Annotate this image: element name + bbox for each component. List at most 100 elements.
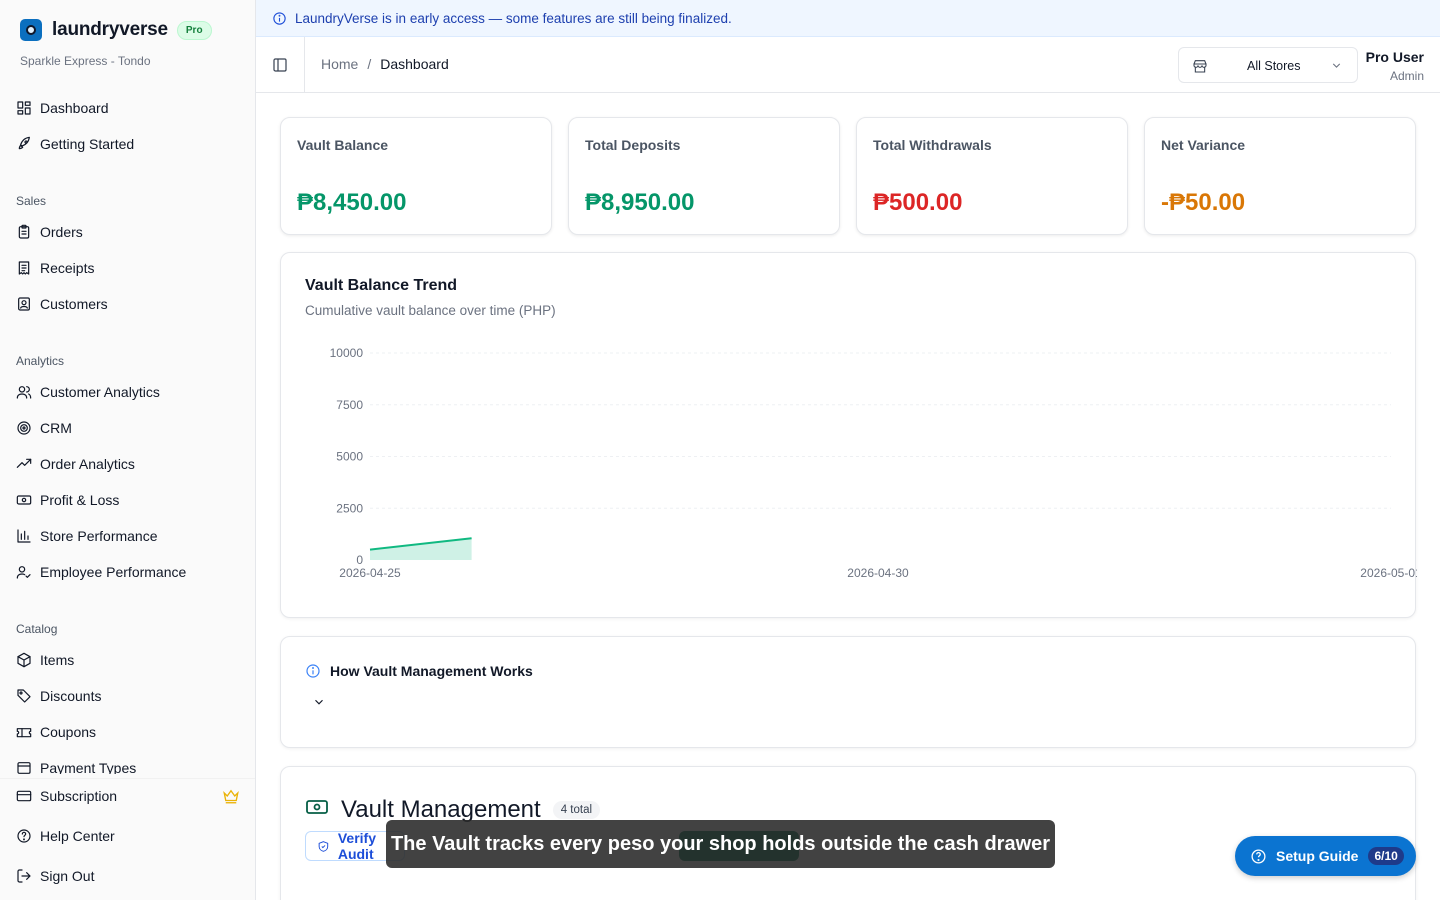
payment-icon <box>17 762 31 774</box>
sidebar-item-dashboard[interactable]: Dashboard <box>16 96 109 120</box>
laundryverse-logo-icon <box>20 19 42 41</box>
sidebar-item-discounts[interactable]: Discounts <box>16 684 101 708</box>
stat-value: ₱500.00 <box>873 189 963 216</box>
sidebar-item-label: Items <box>40 652 75 668</box>
sidebar-item-store-performance[interactable]: Store Performance <box>16 524 158 548</box>
sidebar-item-label: Customers <box>40 296 108 312</box>
sidebar-item-label: Store Performance <box>40 528 158 544</box>
sidebar-toggle-button[interactable] <box>256 37 305 92</box>
sidebar-item-label: Receipts <box>40 260 95 276</box>
sidebar-item-receipts[interactable]: Receipts <box>16 256 94 280</box>
x-tick-label: 2026-05-01 <box>1360 566 1417 580</box>
sidebar-item-subscription[interactable]: Subscription <box>16 784 117 808</box>
sidebar-item-label: Payment Types <box>40 760 137 774</box>
vault-balance-chart: 0 2500 5000 7500 10000 2026-04-25 2026-04-30 20… <box>330 346 1417 580</box>
y-tick-label: 7500 <box>336 398 363 412</box>
tour-tooltip: The Vault tracks every peso your shop ho… <box>386 820 1055 868</box>
sidebar-item-label: Sign Out <box>40 868 95 884</box>
y-tick-label: 2500 <box>336 501 363 515</box>
store-icon <box>1192 58 1208 77</box>
help-icon <box>1251 848 1266 864</box>
banknote-icon <box>16 495 32 505</box>
sidebar-item-customers[interactable]: Customers <box>16 292 108 316</box>
banknote-icon <box>305 795 329 824</box>
x-tick-label: 2026-04-30 <box>847 566 909 580</box>
sidebar-item-label: Help Center <box>40 828 115 844</box>
brand[interactable]: laundryverse Pro <box>20 19 212 41</box>
stat-title: Net Variance <box>1161 137 1246 153</box>
brand-name: laundryverse <box>52 19 168 40</box>
panel-left-icon <box>273 57 287 72</box>
bar-chart-icon <box>17 529 31 543</box>
sidebar-item-items[interactable]: Items <box>16 648 74 672</box>
y-tick-label: 0 <box>356 553 363 567</box>
x-tick-label: 2026-04-25 <box>339 566 401 580</box>
tag-icon <box>17 689 31 703</box>
store-select-value: All Stores <box>1247 59 1301 73</box>
sidebar-item-label: Dashboard <box>40 100 109 116</box>
sidebar-item-order-analytics[interactable]: Order Analytics <box>16 452 135 476</box>
stat-value: -₱50.00 <box>1161 189 1246 216</box>
help-icon <box>17 829 31 843</box>
sidebar-item-label: Employee Performance <box>40 564 187 580</box>
sidebar-item-profit-loss[interactable]: Profit & Loss <box>16 488 119 512</box>
sidebar-item-employee-performance[interactable]: Employee Performance <box>16 560 186 584</box>
how-vault-works-title: How Vault Management Works <box>330 663 533 679</box>
clipboard-icon <box>18 224 30 239</box>
crown-icon <box>222 787 240 810</box>
dashboard-icon <box>17 101 31 115</box>
rocket-icon <box>18 136 30 150</box>
sidebar-item-coupons[interactable]: Coupons <box>16 720 96 744</box>
top-header: Home / Dashboard All Stores Pro User Adm… <box>256 37 1440 93</box>
receipt-icon <box>18 261 30 275</box>
sidebar-item-label: Coupons <box>40 724 97 740</box>
sidebar-item-label: CRM <box>40 420 72 436</box>
breadcrumb-current: Dashboard <box>380 56 449 72</box>
user-check-icon <box>16 566 31 579</box>
user-menu[interactable]: Pro User Admin <box>1366 49 1424 83</box>
info-icon <box>306 664 320 678</box>
trend-icon <box>16 458 32 468</box>
sidebar-item-payment-types[interactable]: Payment Types <box>16 756 136 774</box>
sidebar-item-label: Orders <box>40 224 83 240</box>
target-icon <box>17 421 31 435</box>
sidebar-item-getting-started[interactable]: Getting Started <box>16 132 134 156</box>
info-icon <box>273 11 286 25</box>
y-tick-label: 10000 <box>330 346 364 360</box>
users-icon <box>16 386 32 399</box>
setup-guide-progress: 6/10 <box>1368 847 1404 865</box>
chevron-down-icon <box>1330 59 1343 75</box>
sidebar-item-sign-out[interactable]: Sign Out <box>16 864 94 888</box>
early-access-banner: LaundryVerse is in early access — some f… <box>256 0 1440 37</box>
stat-value: ₱8,950.00 <box>585 189 695 216</box>
card-icon <box>16 790 32 802</box>
shield-check-icon <box>318 840 329 852</box>
sidebar-item-label: Profit & Loss <box>40 492 120 508</box>
stat-card-vault-balance: Vault Balance ₱8,450.00 <box>280 117 552 235</box>
section-analytics: Analytics <box>16 354 65 368</box>
stat-value: ₱8,450.00 <box>297 189 407 216</box>
setup-guide-button[interactable]: Setup Guide 6/10 <box>1235 836 1416 876</box>
current-store-name: Sparkle Express - Tondo <box>20 54 151 68</box>
stat-title: Vault Balance <box>297 137 389 153</box>
series-area <box>370 538 472 560</box>
sidebar-item-orders[interactable]: Orders <box>16 220 83 244</box>
vault-count-badge: 4 total <box>552 800 601 819</box>
stat-card-total-deposits: Total Deposits ₱8,950.00 <box>568 117 840 235</box>
sidebar-item-help-center[interactable]: Help Center <box>16 824 115 848</box>
sidebar-item-label: Customer Analytics <box>40 384 160 400</box>
sidebar-item-label: Subscription <box>40 788 118 804</box>
user-name: Pro User <box>1365 49 1424 65</box>
sidebar-item-label: Order Analytics <box>40 456 135 472</box>
breadcrumb-home[interactable]: Home <box>321 56 358 72</box>
breadcrumb-separator: / <box>367 56 372 72</box>
sidebar-item-crm[interactable]: CRM <box>16 416 72 440</box>
how-vault-works-toggle[interactable]: How Vault Management Works <box>305 663 533 679</box>
store-select[interactable]: All Stores <box>1178 47 1358 83</box>
section-sales: Sales <box>16 194 47 208</box>
chevron-down-icon[interactable] <box>312 695 326 714</box>
sidebar-item-customer-analytics[interactable]: Customer Analytics <box>16 380 160 404</box>
stat-card-total-withdrawals: Total Withdrawals ₱500.00 <box>856 117 1128 235</box>
section-catalog: Catalog <box>16 622 58 636</box>
banner-text: LaundryVerse is in early access — some f… <box>295 10 732 26</box>
